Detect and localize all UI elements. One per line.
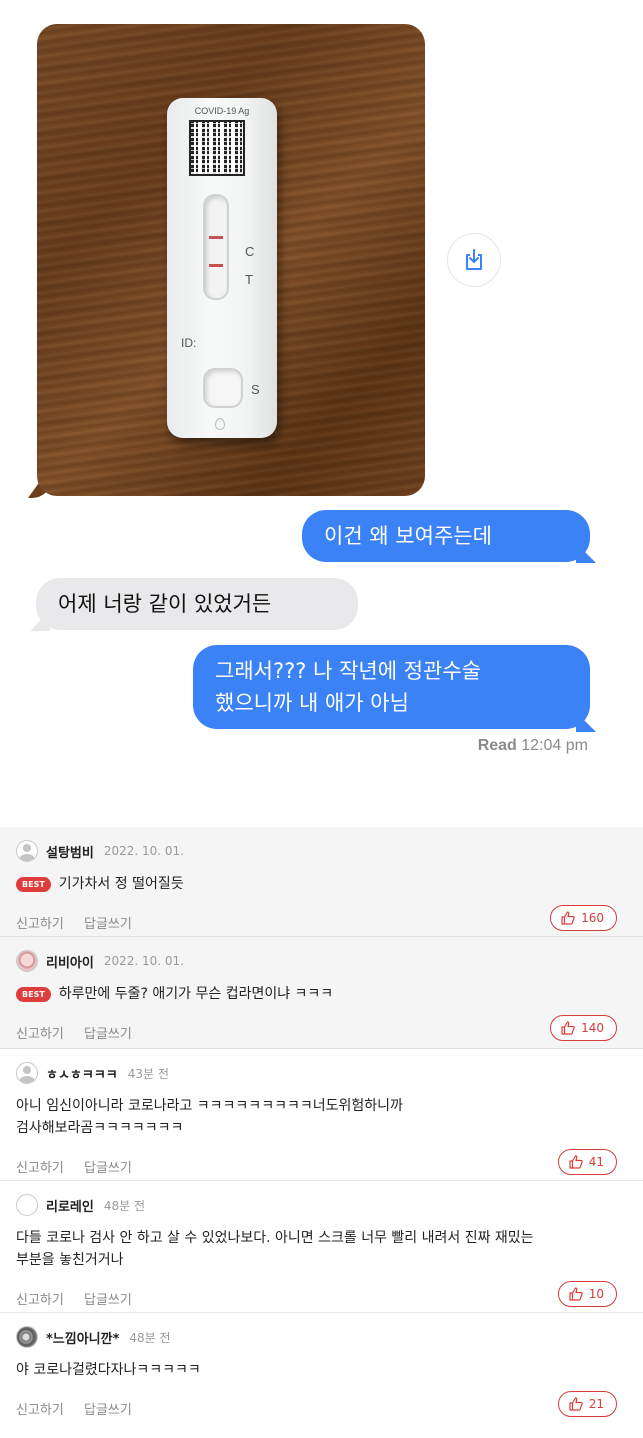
like-button[interactable]: 160 [550,905,617,931]
report-link[interactable]: 신고하기 [16,1161,64,1176]
comment-nickname[interactable]: 리비아이 [46,952,94,971]
comment-nickname[interactable]: *느낌아니깐* [46,1328,119,1347]
like-button[interactable]: 140 [550,1015,617,1041]
test-cassette-image: COVID-19 Ag C T ID: S [167,98,277,438]
like-count: 10 [588,1287,604,1301]
thumbs-up-icon [569,1287,583,1301]
thumbs-up-icon [561,911,575,925]
comment-header: ㅎㅅㅎㅋㅋㅋ 43분 전 [16,1061,627,1085]
mark-c: C [245,244,255,259]
avatar[interactable] [16,1326,38,1348]
thumbs-up-icon [561,1021,575,1035]
avatar[interactable] [16,1062,38,1084]
read-receipt: Read 12:04 pm [478,737,588,755]
message-received-1[interactable]: 어제 너랑 같이 있었거든 [36,578,358,630]
comment-text: 기가차서 정 떨어질듯 [58,876,184,892]
avatar[interactable] [16,840,38,862]
comment-header: *느낌아니깐* 48분 전 [16,1325,627,1349]
reply-link[interactable]: 답글쓰기 [84,1403,132,1418]
test-line [209,264,223,267]
comment-date: 2022. 10. 01. [103,954,184,968]
thumbs-up-icon [569,1397,583,1411]
comment-item: 리비아이 2022. 10. 01. BEST 하루만에 두줄? 애기가 무슨 … [0,937,643,1049]
comment-item: 리로레인 48분 전 다들 코로나 검사 안 하고 살 수 있었나보다. 아니면… [0,1181,643,1313]
comment-text-line2: 부분을 놓친거거나 [16,1252,124,1268]
comment-nickname[interactable]: 리로레인 [46,1196,94,1215]
mark-s: S [251,382,260,397]
chat-screenshot: COVID-19 Ag C T ID: S 이건 왜 보여주는데 어제 너랑 같… [0,0,643,790]
like-count: 41 [588,1155,604,1169]
best-badge: BEST [16,987,51,1002]
mark-id: ID: [181,336,197,350]
comment-text: 야 코로나걸렸다자나ㅋㅋㅋㅋㅋ [16,1362,201,1378]
comment-text-line2: 검사해보라곰ㅋㅋㅋㅋㅋㅋㅋ [16,1120,184,1136]
like-count: 160 [581,911,604,925]
like-button[interactable]: 41 [557,1149,617,1175]
message-text: 어제 너랑 같이 있었거든 [58,592,272,616]
message-text-line1: 그래서??? 나 작년에 정관수술 [215,659,481,683]
message-text: 이건 왜 보여주는데 [324,524,492,548]
comment-date: 48분 전 [103,1198,146,1213]
message-sent-1[interactable]: 이건 왜 보여주는데 [302,510,590,562]
comment-text-line1: 다들 코로나 검사 안 하고 살 수 있었나보다. 아니면 스크롤 너무 빨리 … [16,1230,534,1246]
comment-item: *느낌아니깐* 48분 전 야 코로나걸렸다자나ㅋㅋㅋㅋㅋ 신고하기 답글쓰기 … [0,1313,643,1423]
comment-footer: 신고하기 답글쓰기 21 [16,1387,627,1431]
comment-body: BEST 하루만에 두줄? 애기가 무슨 컵라면이냐 ㅋㅋㅋ [16,983,627,1005]
qr-code-icon [189,120,245,176]
comment-date: 2022. 10. 01. [103,844,184,858]
comment-body: 야 코로나걸렸다자나ㅋㅋㅋㅋㅋ [16,1359,627,1381]
sample-well [203,368,243,408]
reply-link[interactable]: 답글쓰기 [84,1293,132,1308]
comment-header: 리비아이 2022. 10. 01. [16,949,627,973]
comment-body: BEST 기가차서 정 떨어질듯 [16,873,627,895]
cassette-label: COVID-19 Ag [194,106,250,116]
read-time: 12:04 pm [521,737,588,754]
reply-link[interactable]: 답글쓰기 [84,917,132,932]
report-link[interactable]: 신고하기 [16,1027,64,1042]
mark-t: T [245,272,253,287]
like-count: 21 [588,1397,604,1411]
best-badge: BEST [16,877,51,892]
save-to-device-icon [466,249,482,270]
like-count: 140 [581,1021,604,1035]
comment-item: 설탕범비 2022. 10. 01. BEST 기가차서 정 떨어질듯 신고하기… [0,827,643,937]
message-sent-2[interactable]: 그래서??? 나 작년에 정관수술 했으니까 내 애가 아님 [193,645,590,729]
like-button[interactable]: 21 [557,1391,617,1417]
comment-date: 48분 전 [129,1330,171,1345]
message-text-line2: 했으니까 내 애가 아님 [215,691,409,715]
comment-text-line1: 아니 임신이아니라 코로나라고 ㅋㅋㅋㅋㅋㅋㅋㅋㅋ너도위험하니까 [16,1098,403,1114]
report-link[interactable]: 신고하기 [16,917,64,932]
comment-list: 설탕범비 2022. 10. 01. BEST 기가차서 정 떨어질듯 신고하기… [0,827,643,1423]
report-link[interactable]: 신고하기 [16,1403,64,1418]
comment-body: 아니 임신이아니라 코로나라고 ㅋㅋㅋㅋㅋㅋㅋㅋㅋ너도위험하니까 검사해보라곰ㅋ… [16,1095,627,1139]
comment-text: 하루만에 두줄? 애기가 무슨 컵라면이냐 ㅋㅋㅋ [58,986,334,1002]
comment-date: 43분 전 [127,1066,169,1081]
read-label: Read [477,737,517,754]
comment-nickname[interactable]: ㅎㅅㅎㅋㅋㅋ [46,1064,118,1083]
avatar[interactable] [16,950,38,972]
comment-item: ㅎㅅㅎㅋㅋㅋ 43분 전 아니 임신이아니라 코로나라고 ㅋㅋㅋㅋㅋㅋㅋㅋㅋ너도… [0,1049,643,1181]
photo-message[interactable]: COVID-19 Ag C T ID: S [37,24,425,496]
reply-link[interactable]: 답글쓰기 [84,1161,132,1176]
comment-header: 리로레인 48분 전 [16,1193,627,1217]
reply-link[interactable]: 답글쓰기 [84,1027,132,1042]
drop-icon [215,418,225,430]
report-link[interactable]: 신고하기 [16,1293,64,1308]
avatar[interactable] [16,1194,38,1216]
comment-nickname[interactable]: 설탕범비 [46,842,94,861]
thumbs-up-icon [569,1155,583,1169]
like-button[interactable]: 10 [557,1281,617,1307]
save-photo-button[interactable] [447,233,501,287]
control-line [209,236,223,239]
result-window [203,194,229,300]
comment-header: 설탕범비 2022. 10. 01. [16,839,627,863]
comment-body: 다들 코로나 검사 안 하고 살 수 있었나보다. 아니면 스크롤 너무 빨리 … [16,1227,627,1271]
